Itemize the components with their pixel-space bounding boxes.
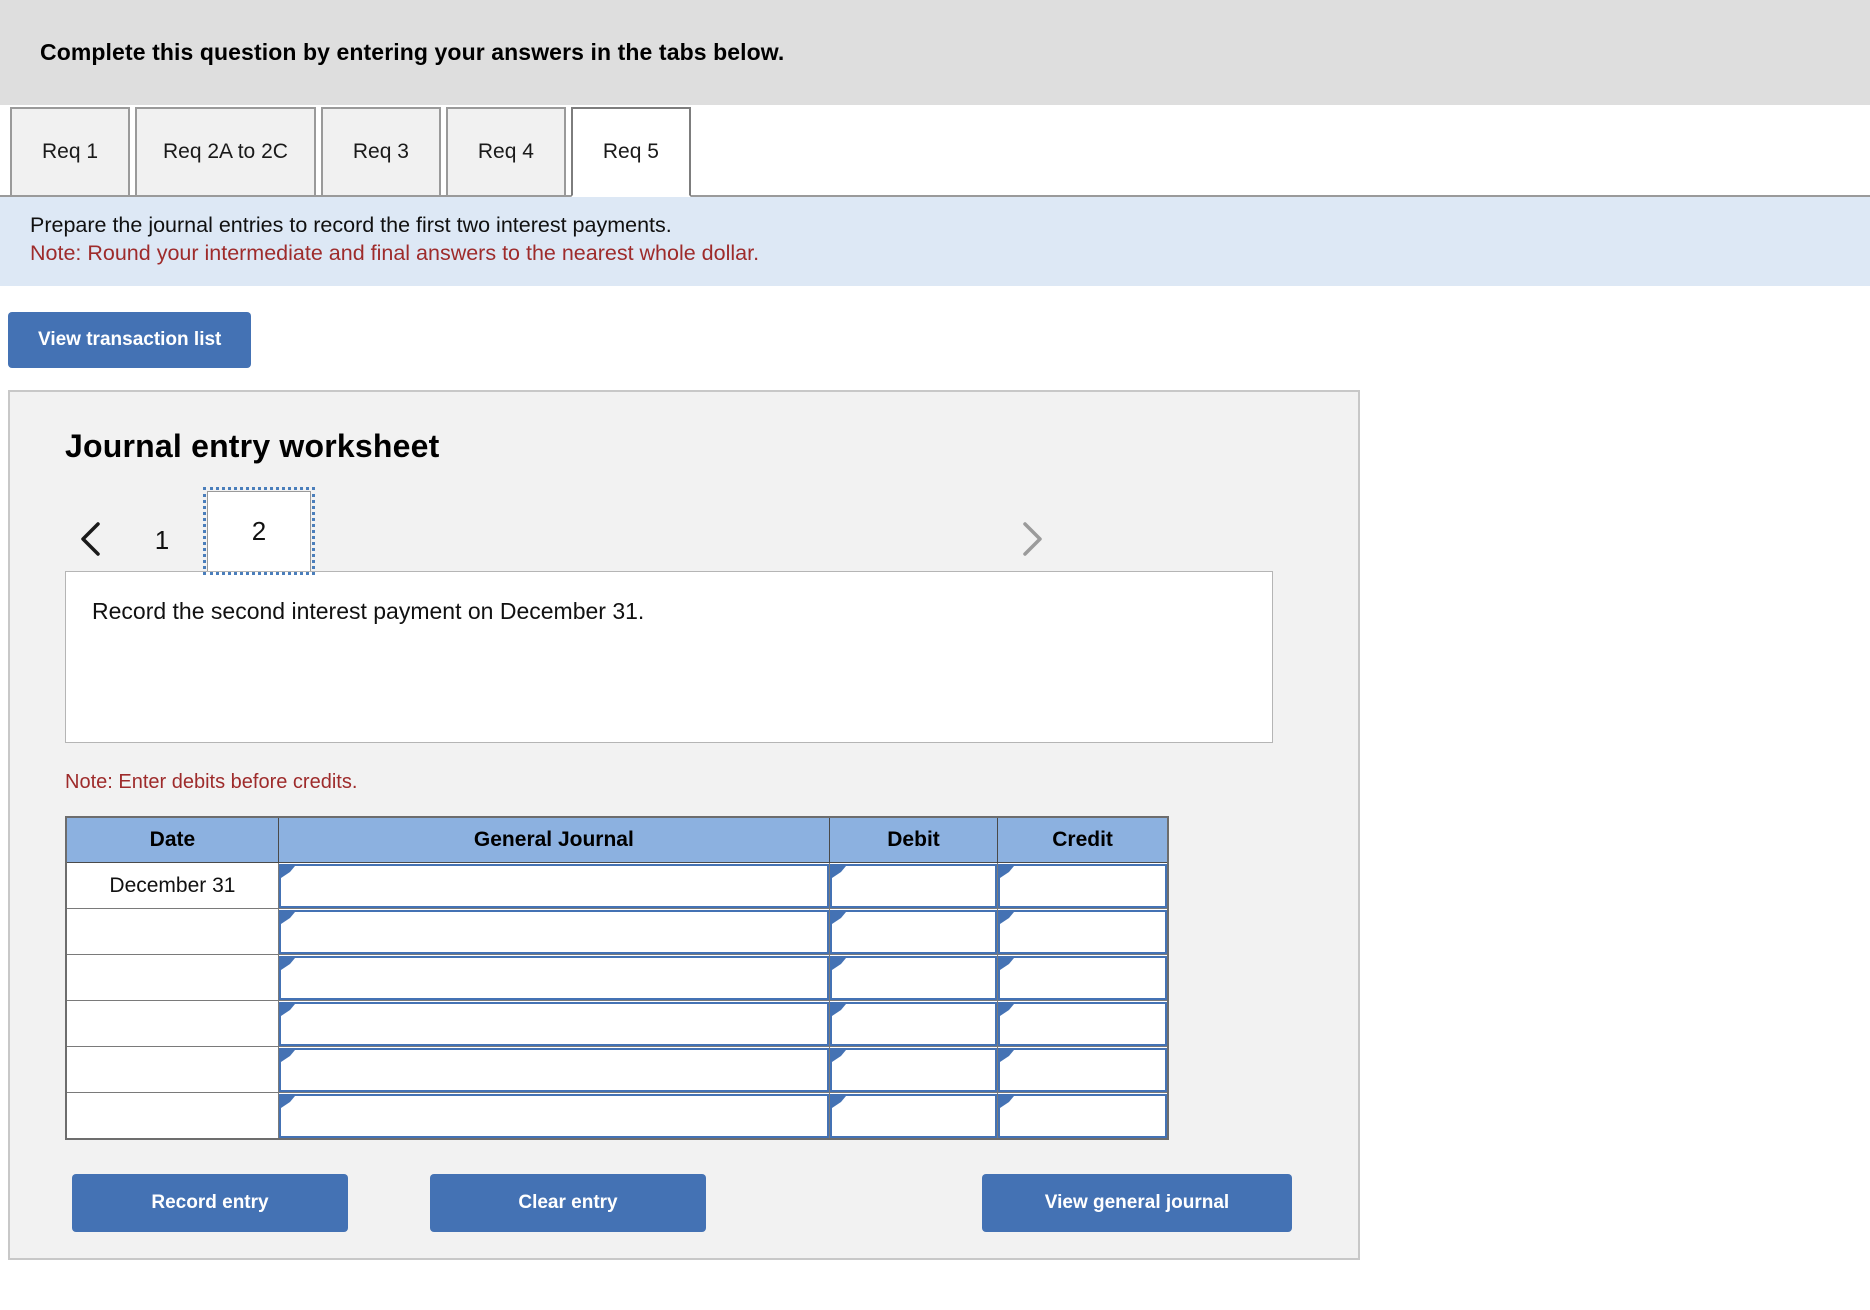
debit-input[interactable] <box>829 1001 998 1046</box>
toolbar: View transaction list <box>0 286 1870 390</box>
debit-input[interactable] <box>829 909 998 954</box>
date-cell[interactable] <box>65 1092 279 1140</box>
table-row <box>65 954 1169 1002</box>
table-header-row: Date General Journal Debit Credit <box>65 816 1169 864</box>
chevron-right-icon[interactable] <box>1006 513 1058 565</box>
table-row <box>65 908 1169 956</box>
debit-cell[interactable] <box>828 862 999 910</box>
tab-label: Req 1 <box>41 140 99 163</box>
credit-input[interactable] <box>998 955 1167 1000</box>
general-journal-cell[interactable] <box>277 908 830 956</box>
column-header-debit: Debit <box>828 816 999 864</box>
credit-cell[interactable] <box>997 1046 1169 1094</box>
tab-label: Req 2A to 2C <box>163 140 288 163</box>
view-general-journal-button[interactable]: View general journal <box>982 1173 1292 1232</box>
pager-page-label: 2 <box>251 515 267 546</box>
date-cell[interactable] <box>65 1046 279 1094</box>
credit-cell[interactable] <box>997 1000 1169 1048</box>
debit-cell[interactable] <box>828 1000 999 1048</box>
debit-input[interactable] <box>829 955 998 1000</box>
table-row <box>65 1000 1169 1048</box>
debits-before-credits-note: Note: Enter debits before credits. <box>65 770 358 793</box>
instruction-text: Prepare the journal entries to record th… <box>30 213 672 237</box>
transaction-description-box: Record the second interest payment on De… <box>65 570 1273 743</box>
record-entry-button[interactable]: Record entry <box>72 1173 348 1232</box>
debit-input[interactable] <box>829 1093 998 1138</box>
general-journal-input[interactable] <box>278 863 829 908</box>
view-transaction-list-button[interactable]: View transaction list <box>8 311 252 368</box>
transaction-description-text: Record the second interest payment on De… <box>92 597 645 624</box>
requirement-tabs: Req 1 Req 2A to 2C Req 3 Req 4 Req 5 <box>0 105 1870 197</box>
worksheet-pager: 1 2 <box>10 486 1358 575</box>
tab-req-2a-to-2c[interactable]: Req 2A to 2C <box>135 107 316 197</box>
tab-req-5[interactable]: Req 5 <box>570 107 691 197</box>
journal-entry-worksheet-panel: Journal entry worksheet 1 2 Record the s… <box>8 389 1360 1260</box>
date-cell[interactable] <box>65 954 279 1002</box>
column-header-credit: Credit <box>997 816 1169 864</box>
credit-input[interactable] <box>998 1047 1167 1092</box>
debit-cell[interactable] <box>828 954 999 1002</box>
credit-input[interactable] <box>998 1093 1167 1138</box>
pager-page-1[interactable]: 1 <box>117 517 207 565</box>
general-journal-cell[interactable] <box>277 1046 830 1094</box>
tab-req-4[interactable]: Req 4 <box>445 107 566 197</box>
credit-cell[interactable] <box>997 954 1169 1002</box>
table-row <box>65 1046 1169 1094</box>
pager-page-2[interactable]: 2 <box>203 486 315 575</box>
date-cell[interactable] <box>65 1000 279 1048</box>
credit-input[interactable] <box>998 909 1167 954</box>
general-journal-input[interactable] <box>278 955 829 1000</box>
debit-input[interactable] <box>829 863 998 908</box>
debit-input[interactable] <box>829 1047 998 1092</box>
credit-input[interactable] <box>998 863 1167 908</box>
general-journal-input[interactable] <box>278 1001 829 1046</box>
credit-cell[interactable] <box>997 862 1169 910</box>
date-cell[interactable] <box>65 908 279 956</box>
tab-label: Req 3 <box>352 140 409 163</box>
instruction-note: Note: Round your intermediate and final … <box>30 241 760 266</box>
credit-input[interactable] <box>998 1001 1167 1046</box>
credit-cell[interactable] <box>997 908 1169 956</box>
column-header-general-journal: General Journal <box>277 816 830 864</box>
debit-cell[interactable] <box>828 1092 999 1140</box>
table-row: December 31 <box>65 862 1169 910</box>
general-journal-cell[interactable] <box>277 862 830 910</box>
general-journal-cell[interactable] <box>277 954 830 1002</box>
tab-req-3[interactable]: Req 3 <box>320 107 441 197</box>
tab-label: Req 4 <box>477 140 534 163</box>
date-cell[interactable]: December 31 <box>65 862 279 910</box>
worksheet-actions: Record entry Clear entry View general jo… <box>10 1140 1358 1232</box>
tab-req-1[interactable]: Req 1 <box>10 107 130 197</box>
debit-cell[interactable] <box>828 908 999 956</box>
chevron-left-icon[interactable] <box>65 513 117 565</box>
table-row <box>65 1092 1169 1140</box>
debit-cell[interactable] <box>828 1046 999 1094</box>
tab-label: Req 5 <box>602 140 659 163</box>
general-journal-input[interactable] <box>278 909 829 954</box>
worksheet-title: Journal entry worksheet <box>65 427 440 464</box>
general-journal-input[interactable] <box>278 1047 829 1092</box>
clear-entry-button[interactable]: Clear entry <box>430 1173 706 1232</box>
general-journal-cell[interactable] <box>277 1092 830 1140</box>
credit-cell[interactable] <box>997 1092 1169 1140</box>
column-header-date: Date <box>65 816 279 864</box>
journal-entry-table: Date General Journal Debit Credit Decemb… <box>65 815 1169 1140</box>
question-banner-text: Complete this question by entering your … <box>40 39 785 65</box>
pager-page-label: 1 <box>154 525 170 556</box>
general-journal-input[interactable] <box>278 1093 829 1138</box>
question-banner: Complete this question by entering your … <box>0 0 1870 105</box>
instruction-banner: Prepare the journal entries to record th… <box>0 197 1870 286</box>
general-journal-cell[interactable] <box>277 1000 830 1048</box>
